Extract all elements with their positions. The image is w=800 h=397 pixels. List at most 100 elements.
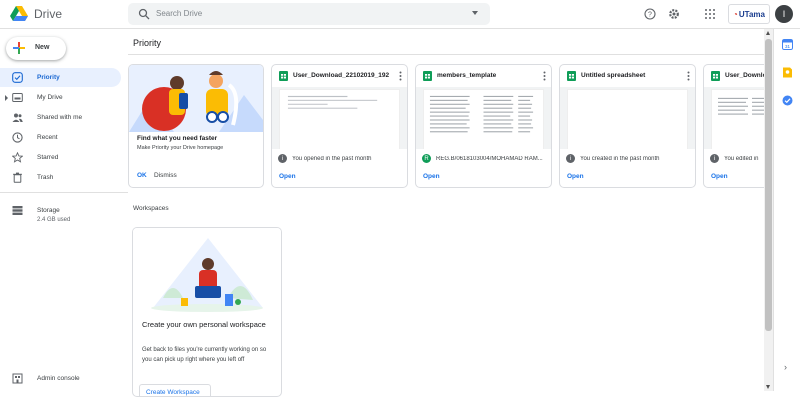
sidebar-item-starred[interactable]: Starred bbox=[0, 148, 121, 167]
promo-ok-button[interactable]: OK bbox=[137, 172, 147, 179]
priority-promo-card: Find what you need faster Make Priority … bbox=[128, 64, 264, 188]
promo-illustration bbox=[129, 65, 263, 132]
more-options-icon[interactable] bbox=[543, 71, 546, 81]
sidebar-item-label: Recent bbox=[37, 134, 58, 141]
new-button-label: New bbox=[35, 44, 50, 51]
side-panel: 31 › bbox=[773, 29, 800, 391]
page-title: Priority bbox=[133, 38, 162, 48]
top-bar: Drive Search Drive ? ◔ UTama I bbox=[0, 0, 800, 29]
workspaces-heading: Workspaces bbox=[133, 205, 169, 212]
scroll-up-arrow-icon[interactable] bbox=[766, 31, 770, 35]
scroll-down-arrow-icon[interactable] bbox=[766, 385, 770, 389]
more-options-icon[interactable] bbox=[687, 71, 690, 81]
sidebar-item-label: Shared with me bbox=[37, 114, 83, 121]
organization-logo[interactable]: ◔ UTama bbox=[728, 4, 770, 24]
clock-icon bbox=[12, 132, 23, 143]
info-icon: i bbox=[278, 154, 287, 163]
search-input[interactable]: Search Drive bbox=[156, 9, 202, 18]
file-card-header: User_Download_22102019_192... bbox=[272, 65, 407, 87]
file-reason: You created in the past month bbox=[580, 156, 660, 162]
promo-subtitle: Make Priority your Drive homepage bbox=[137, 145, 224, 151]
workspace-promo-card: Create your own personal workspace Get b… bbox=[132, 227, 282, 397]
star-icon bbox=[12, 152, 23, 163]
check-circle-icon bbox=[12, 72, 23, 83]
file-card-header: Untitled spreadsheet bbox=[560, 65, 695, 87]
scrollbar-thumb[interactable] bbox=[765, 39, 772, 331]
expand-caret-icon[interactable] bbox=[5, 95, 8, 101]
sidebar-item-admin-console[interactable]: Admin console bbox=[0, 369, 121, 388]
file-reason: You opened in the past month bbox=[292, 156, 372, 162]
file-name[interactable]: User_Download_22102019_192... bbox=[293, 72, 389, 79]
file-reason: You edited in bbox=[724, 156, 759, 162]
file-card[interactable]: User_Downloa i You edited in Open bbox=[703, 64, 773, 188]
sidebar-item-recent[interactable]: Recent bbox=[0, 128, 121, 147]
info-icon: i bbox=[566, 154, 575, 163]
more-options-icon[interactable] bbox=[399, 71, 402, 81]
apps-grid-icon[interactable] bbox=[704, 8, 716, 20]
title-divider bbox=[128, 54, 764, 55]
file-thumbnail[interactable] bbox=[567, 89, 688, 149]
search-bar[interactable]: Search Drive bbox=[128, 3, 490, 25]
workspace-title: Create your own personal workspace bbox=[142, 320, 266, 329]
sidebar-item-trash[interactable]: Trash bbox=[0, 168, 121, 187]
promo-dismiss-button[interactable]: Dismiss bbox=[154, 172, 177, 179]
sidebar-item-my-drive[interactable]: My Drive bbox=[0, 88, 121, 107]
sidebar: New Priority My Drive Shared with me Rec… bbox=[0, 29, 128, 391]
app-title[interactable]: Drive bbox=[34, 7, 62, 21]
tasks-icon[interactable] bbox=[782, 95, 793, 106]
sidebar-item-priority[interactable]: Priority bbox=[0, 68, 121, 87]
spreadsheet-icon bbox=[711, 71, 720, 81]
promo-title: Find what you need faster bbox=[137, 135, 218, 142]
vertical-scrollbar[interactable] bbox=[764, 29, 773, 391]
keep-notes-icon[interactable] bbox=[782, 67, 793, 78]
expand-panel-chevron-icon[interactable]: › bbox=[784, 362, 787, 372]
sidebar-item-shared-with-me[interactable]: Shared with me bbox=[0, 108, 121, 127]
file-card-header: User_Downloa bbox=[704, 65, 773, 87]
sidebar-item-label: Starred bbox=[37, 154, 59, 161]
storage-used-text: 2.4 GB used bbox=[37, 217, 71, 223]
people-icon bbox=[12, 113, 23, 122]
sidebar-item-label: My Drive bbox=[37, 94, 63, 101]
drive-folder-icon bbox=[12, 93, 23, 102]
thumbnail-content bbox=[718, 97, 770, 115]
file-thumbnail[interactable] bbox=[423, 89, 544, 149]
account-avatar[interactable]: I bbox=[775, 5, 793, 23]
workspace-description: Get back to files you're currently worki… bbox=[142, 347, 267, 363]
file-card-header: members_template bbox=[416, 65, 551, 87]
sidebar-item-label: Trash bbox=[37, 174, 54, 181]
help-icon[interactable]: ? bbox=[644, 8, 656, 20]
open-button[interactable]: Open bbox=[567, 173, 584, 180]
thumbnail-content bbox=[287, 95, 378, 109]
user-avatar-icon: R bbox=[422, 154, 431, 163]
organization-name: UTama bbox=[738, 9, 765, 19]
sidebar-divider bbox=[0, 192, 128, 193]
storage-icon bbox=[12, 206, 23, 215]
search-icon[interactable] bbox=[138, 8, 150, 20]
trash-icon bbox=[13, 172, 22, 183]
thumbnail-content bbox=[429, 95, 534, 133]
open-button[interactable]: Open bbox=[279, 173, 296, 180]
svg-text:31: 31 bbox=[785, 44, 791, 49]
search-options-icon[interactable] bbox=[472, 11, 478, 15]
admin-building-icon bbox=[12, 373, 23, 384]
spreadsheet-icon bbox=[423, 71, 432, 81]
sidebar-item-label: Admin console bbox=[37, 375, 80, 382]
settings-gear-icon[interactable] bbox=[668, 8, 680, 20]
file-name[interactable]: Untitled spreadsheet bbox=[581, 72, 677, 79]
org-swirl-icon: ◔ bbox=[733, 9, 738, 19]
spreadsheet-icon bbox=[279, 71, 288, 81]
workspace-illustration bbox=[133, 228, 281, 316]
plus-icon bbox=[13, 42, 25, 54]
file-card[interactable]: members_template R REG.B/0618103004/MOHA… bbox=[415, 64, 552, 188]
file-thumbnail[interactable] bbox=[279, 89, 400, 149]
file-card[interactable]: Untitled spreadsheet i You created in th… bbox=[559, 64, 696, 188]
file-name[interactable]: members_template bbox=[437, 72, 533, 79]
svg-text:?: ? bbox=[648, 12, 652, 19]
open-button[interactable]: Open bbox=[711, 173, 728, 180]
spreadsheet-icon bbox=[567, 71, 576, 81]
new-button[interactable]: New bbox=[6, 37, 66, 60]
calendar-icon[interactable]: 31 bbox=[782, 39, 793, 50]
file-card[interactable]: User_Download_22102019_192... i You open… bbox=[271, 64, 408, 188]
drive-logo-icon[interactable] bbox=[10, 6, 28, 22]
open-button[interactable]: Open bbox=[423, 173, 440, 180]
